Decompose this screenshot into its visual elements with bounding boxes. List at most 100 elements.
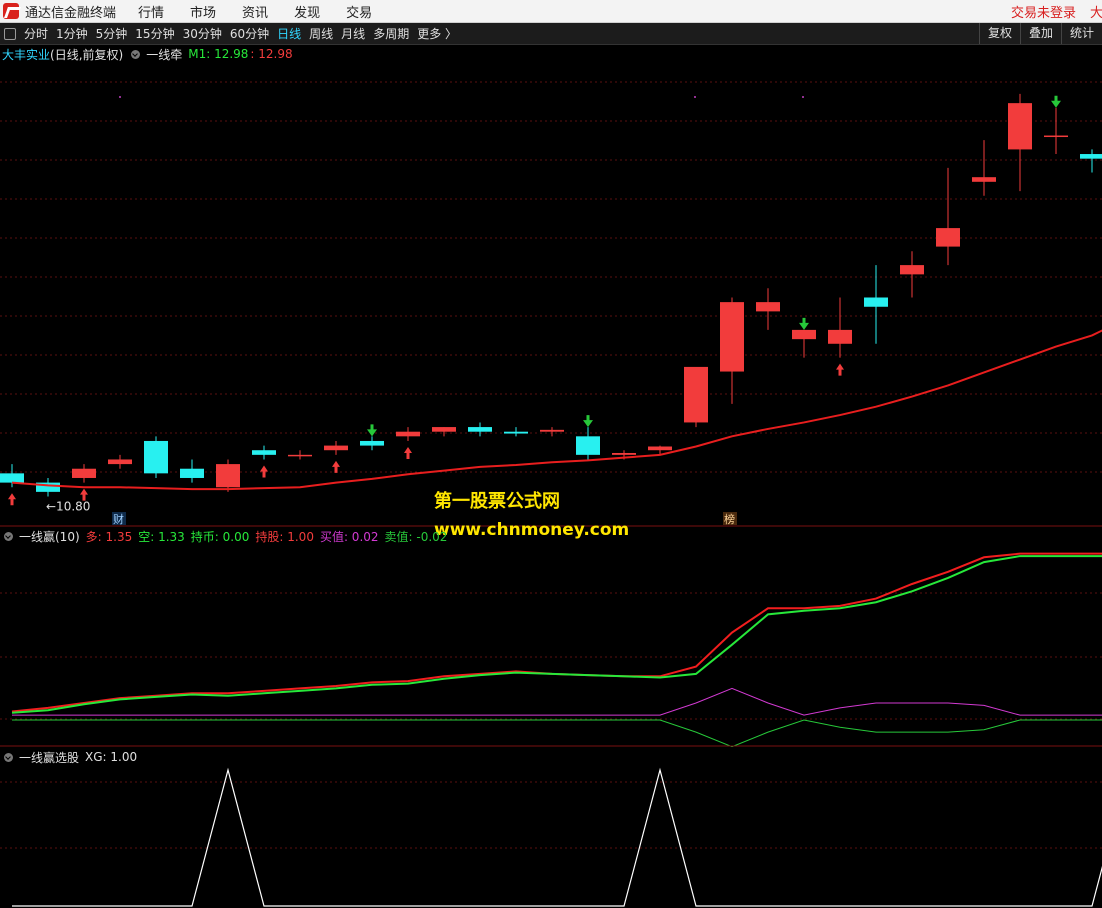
- sub-indicator-menu-icon[interactable]: [4, 531, 13, 541]
- candle-body: [216, 464, 240, 488]
- candle-body: [576, 436, 600, 455]
- candle-body: [684, 366, 708, 423]
- sell-arrow-icon: [367, 424, 377, 437]
- app-logo-icon: [3, 3, 19, 19]
- menu-market[interactable]: 市场: [190, 2, 216, 21]
- select-indicator-name[interactable]: 一线赢选股: [19, 749, 79, 766]
- menu-market-quotes[interactable]: 行情: [138, 2, 164, 21]
- finance-flag: 财: [113, 512, 124, 526]
- period-5min[interactable]: 5分钟: [96, 25, 128, 42]
- ma-line: [11, 329, 1102, 491]
- title-bar: 通达信金融终端 行情 市场 资讯 发现 交易 交易未登录 大: [0, 0, 1102, 23]
- event-dot: [802, 96, 804, 98]
- panel-toggle-icon[interactable]: [4, 27, 16, 40]
- chigu-value: 持股: 1.00: [255, 529, 314, 544]
- sub-panel-header: 一线赢(10) 多: 1.35 空: 1.33 持币: 0.00 持股: 1.0…: [0, 527, 447, 545]
- period-time-share[interactable]: 分时: [24, 25, 48, 42]
- candle-body: [288, 454, 312, 457]
- candle-body: [864, 297, 888, 307]
- period-toolbar: 分时 1分钟 5分钟 15分钟 30分钟 60分钟 日线 周线 月线 多周期 更…: [0, 23, 1102, 45]
- main-panel-header: 大丰实业 (日线,前复权) 一线牵 M1: 12.98 : 12.98: [0, 45, 293, 63]
- candle-body: [180, 468, 204, 478]
- sell-arrow-icon: [1051, 95, 1061, 108]
- duo-value: 多: 1.35: [85, 529, 133, 544]
- signal-chart[interactable]: [0, 766, 1102, 908]
- candle-body: [108, 459, 132, 465]
- candle-body: [504, 431, 528, 434]
- candle-body: [432, 427, 456, 432]
- candle-body: [324, 445, 348, 451]
- candle-body: [756, 302, 780, 312]
- overlay-button[interactable]: 叠加: [1019, 23, 1061, 44]
- period-monthly[interactable]: 月线: [341, 25, 365, 42]
- duo-line: [11, 552, 1102, 713]
- adjust-button[interactable]: 复权: [978, 23, 1020, 44]
- candle-body: [252, 450, 276, 455]
- period-weekly[interactable]: 周线: [309, 25, 333, 42]
- watermark-url: www.chnmoney.com: [434, 520, 630, 540]
- menu-news[interactable]: 资讯: [242, 2, 268, 21]
- oscillator-chart[interactable]: [0, 545, 1102, 747]
- watermark-title: 第一股票公式网: [434, 491, 560, 512]
- m1-value: : 12.98: [250, 47, 293, 61]
- chibi-value: 持币: 0.00: [190, 529, 250, 544]
- indicator-menu-icon[interactable]: [131, 49, 141, 59]
- buy-arrow-icon: [260, 465, 268, 478]
- menu-trade[interactable]: 交易: [346, 2, 372, 21]
- ranking-flag: 榜: [724, 512, 735, 526]
- m1-label: M1: 12.98: [188, 47, 249, 61]
- candlestick-chart[interactable]: ←10.80 财 榜: [0, 62, 1102, 527]
- buy-arrow-icon: [836, 363, 844, 376]
- candle-body: [144, 440, 168, 474]
- stock-name[interactable]: 大丰实业: [2, 46, 50, 63]
- sell-value: 卖值: -0.02: [384, 529, 448, 544]
- candle-body: [468, 427, 492, 432]
- candle-body: [360, 440, 384, 446]
- period-30min[interactable]: 30分钟: [183, 25, 222, 42]
- low-price-marker: ←10.80: [46, 499, 90, 513]
- select-panel-header: 一线赢选股 XG: 1.00: [0, 748, 137, 766]
- event-dot: [694, 96, 696, 98]
- trade-login-link[interactable]: 交易未登录: [1011, 2, 1076, 21]
- buy-value: 买值: 0.02: [319, 529, 379, 544]
- xg-signal-line: [12, 767, 1102, 907]
- candle-body: [540, 429, 564, 432]
- buy-line: [12, 687, 1102, 716]
- candle-body: [900, 265, 924, 275]
- select-indicator-menu-icon[interactable]: [4, 752, 13, 762]
- buy-arrow-icon: [8, 493, 16, 506]
- statistics-button[interactable]: 统计: [1060, 23, 1102, 44]
- period-more[interactable]: 更多 〉: [417, 25, 457, 42]
- period-daily[interactable]: 日线: [277, 25, 301, 42]
- period-60min[interactable]: 60分钟: [230, 25, 269, 42]
- candle-body: [396, 431, 420, 437]
- kong-value: 空: 1.33: [138, 529, 185, 544]
- sell-line: [12, 719, 1102, 747]
- xg-value: XG: 1.00: [85, 750, 138, 764]
- candle-body: [972, 177, 996, 182]
- candle-body: [648, 446, 672, 451]
- period-multi[interactable]: 多周期: [373, 25, 409, 42]
- candle-body: [1080, 154, 1102, 159]
- candle-body: [1044, 135, 1068, 138]
- buy-arrow-icon: [404, 446, 412, 459]
- candle-body: [0, 473, 24, 483]
- sub-indicator-name[interactable]: 一线赢(10): [19, 528, 80, 545]
- candle-body: [1008, 103, 1032, 150]
- sell-arrow-icon: [583, 415, 593, 428]
- candle-body: [792, 329, 816, 340]
- app-title: 通达信金融终端: [25, 5, 117, 21]
- candle-body: [612, 452, 636, 455]
- kong-line: [11, 555, 1102, 714]
- cut-off-menu-text[interactable]: 大: [1090, 2, 1102, 21]
- buy-arrow-icon: [332, 460, 340, 473]
- candle-body: [828, 329, 852, 344]
- candle-body: [936, 228, 960, 247]
- period-15min[interactable]: 15分钟: [135, 25, 174, 42]
- event-dot: [119, 96, 121, 98]
- candle-body: [720, 302, 744, 372]
- menu-discover[interactable]: 发现: [294, 2, 320, 21]
- sell-arrow-icon: [799, 317, 809, 330]
- period-1min[interactable]: 1分钟: [56, 25, 88, 42]
- indicator-name[interactable]: 一线牵: [146, 46, 182, 63]
